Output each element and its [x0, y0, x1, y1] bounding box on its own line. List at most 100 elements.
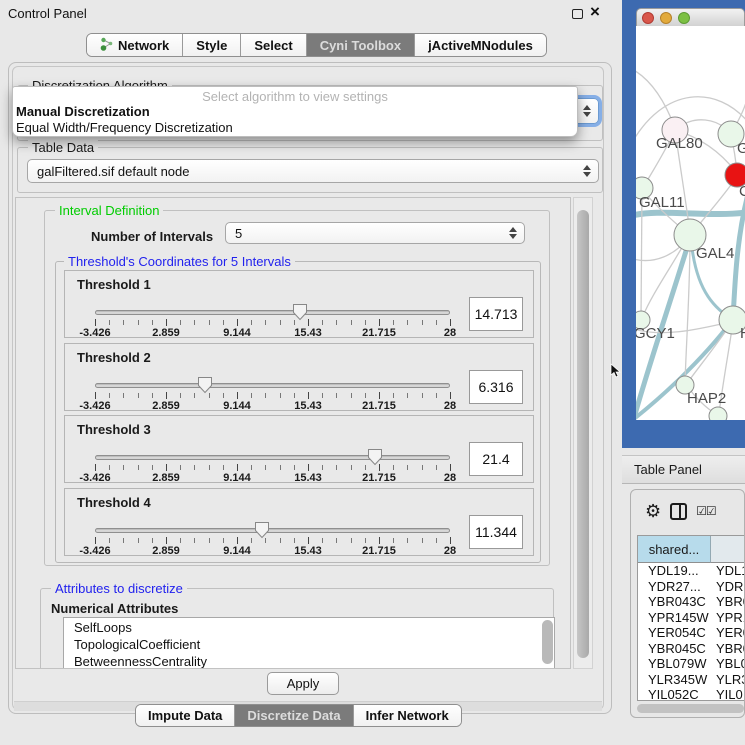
threshold-label: Threshold 4: [77, 495, 151, 510]
tab-discretize-data[interactable]: Discretize Data: [234, 705, 352, 726]
threshold-value-field[interactable]: 11.344: [469, 515, 523, 549]
threshold-value-field[interactable]: 14.713: [469, 297, 523, 331]
tick-mark: [95, 537, 96, 544]
table-cell: YBR0: [712, 641, 745, 657]
table-data-combobox[interactable]: galFiltered.sif default node: [27, 159, 599, 183]
tick-mark: [223, 538, 224, 543]
table-row[interactable]: YBL079WYBL0: [638, 656, 745, 672]
threshold-slider[interactable]: -3.4262.8599.14415.4321.71528: [95, 307, 450, 339]
tick-mark: [152, 320, 153, 325]
minimize-light[interactable]: [660, 12, 672, 24]
attribute-item-betweennesscentrality[interactable]: BetweennessCentrality: [64, 653, 554, 669]
list-scrollbar[interactable]: [542, 620, 553, 664]
tab-cyni-toolbox[interactable]: Cyni Toolbox: [306, 34, 414, 56]
tick-mark: [95, 392, 96, 399]
threshold-label: Threshold 2: [77, 350, 151, 365]
tick-mark: [365, 465, 366, 470]
tick-mark: [166, 537, 167, 544]
threshold-slider[interactable]: -3.4262.8599.14415.4321.71528: [95, 525, 450, 557]
number-of-intervals-combobox[interactable]: 5: [225, 222, 525, 244]
numerical-attributes-list[interactable]: SelfLoopsTopologicalCoefficientBetweenne…: [63, 617, 555, 669]
node-label: GA: [737, 140, 745, 157]
threshold-slider[interactable]: -3.4262.8599.14415.4321.71528: [95, 380, 450, 412]
table-row[interactable]: YDL19...YDL1: [638, 563, 745, 579]
threshold-value-field[interactable]: 21.4: [469, 442, 523, 476]
tab-select[interactable]: Select: [240, 34, 305, 56]
tab-infer-network[interactable]: Infer Network: [353, 705, 461, 726]
table-cell: YER0: [712, 625, 745, 641]
network-edge-highlighted[interactable]: [636, 212, 745, 216]
slider-thumb[interactable]: [292, 303, 308, 321]
network-node[interactable]: [709, 407, 727, 420]
tick-label: -3.426: [79, 400, 110, 412]
tick-mark: [194, 393, 195, 398]
slider-thumb[interactable]: [254, 521, 270, 539]
popup-option-manual-discretization[interactable]: Manual Discretization: [13, 104, 577, 120]
tab-impute-data[interactable]: Impute Data: [136, 705, 234, 726]
float-window-icon[interactable]: [572, 9, 583, 19]
number-of-intervals-label: Number of Intervals: [91, 229, 213, 244]
apply-button[interactable]: Apply: [267, 672, 339, 695]
tick-mark: [180, 465, 181, 470]
group-title: Interval Definition: [55, 203, 163, 218]
settings-scrollbar[interactable]: [573, 197, 593, 669]
table-cell: YPR1: [712, 610, 745, 626]
interval-definition-group: Interval Definition Number of Intervals …: [44, 210, 550, 566]
select-columns-icon[interactable]: ☑☑: [696, 504, 716, 518]
table-row[interactable]: YIL052CYIL0: [638, 687, 745, 701]
tick-mark: [251, 393, 252, 398]
tick-mark: [351, 465, 352, 470]
popup-option-equal-width-frequency-discretization[interactable]: Equal Width/Frequency Discretization: [13, 120, 577, 136]
tick-mark: [251, 538, 252, 543]
network-window-titlebar[interactable]: [636, 8, 745, 26]
scrollbar-thumb[interactable]: [577, 210, 589, 658]
close-icon[interactable]: ×: [590, 2, 600, 22]
settings-viewport[interactable]: Interval Definition Number of Intervals …: [15, 197, 571, 669]
table-cell: YDL1: [712, 563, 745, 579]
cyni-mode-tabs: Impute DataDiscretize DataInfer Network: [135, 704, 462, 727]
tick-label: 15.43: [294, 545, 322, 557]
tick-mark: [336, 538, 337, 543]
table-row[interactable]: YPR145WYPR1: [638, 610, 745, 626]
tick-mark: [123, 320, 124, 325]
threshold-value-field[interactable]: 6.316: [469, 370, 523, 404]
table-row[interactable]: YBR045CYBR0: [638, 641, 745, 657]
toolbox-tabs: NetworkStyleSelectCyni ToolboxjActiveMNo…: [86, 33, 547, 57]
table-row[interactable]: YER054CYER0: [638, 625, 745, 641]
tab-jactivemnodules[interactable]: jActiveMNodules: [414, 34, 546, 56]
node-table[interactable]: shared...na YDL19...YDL1YDR27...YDR2YBR0…: [637, 535, 745, 701]
slider-thumb[interactable]: [367, 448, 383, 466]
column-header-na[interactable]: na: [711, 536, 745, 563]
slider-track[interactable]: [95, 383, 450, 388]
table-row[interactable]: YDR27...YDR2: [638, 579, 745, 595]
threshold-slider[interactable]: -3.4262.8599.14415.4321.71528: [95, 452, 450, 484]
tab-style[interactable]: Style: [182, 34, 240, 56]
columns-icon[interactable]: [670, 503, 687, 520]
tab-network[interactable]: Network: [87, 34, 182, 56]
tick-mark: [280, 465, 281, 470]
attribute-item-topologicalcoefficient[interactable]: TopologicalCoefficient: [64, 636, 554, 653]
table-row[interactable]: YBR043CYBR0: [638, 594, 745, 610]
table-cell: YDR27...: [638, 579, 712, 595]
table-row[interactable]: YLR345WYLR3: [638, 672, 745, 688]
slider-track[interactable]: [95, 310, 450, 315]
gear-icon[interactable]: ⚙: [645, 502, 661, 520]
slider-track[interactable]: [95, 528, 450, 533]
tick-mark: [265, 465, 266, 470]
table-panel: ⚙ ☑☑ shared...na YDL19...YDL1YDR27...YDR…: [630, 489, 745, 718]
slider-thumb[interactable]: [197, 376, 213, 394]
tick-mark: [450, 537, 451, 544]
group-title: Table Data: [28, 140, 98, 155]
network-canvas[interactable]: GAL80GACGAL11GAL4GCY1HHAP2: [636, 26, 745, 420]
tick-label: 15.43: [294, 327, 322, 339]
table-hscrollbar[interactable]: [637, 704, 745, 713]
tick-mark: [365, 320, 366, 325]
column-header-shared[interactable]: shared...: [638, 536, 711, 563]
threshold-panel-1: Threshold 1-3.4262.8599.14415.4321.71528…: [64, 270, 534, 338]
zoom-light[interactable]: [678, 12, 690, 24]
close-light[interactable]: [642, 12, 654, 24]
tick-mark: [294, 393, 295, 398]
slider-track[interactable]: [95, 455, 450, 460]
attribute-item-selfloops[interactable]: SelfLoops: [64, 619, 554, 636]
scrollbar-thumb[interactable]: [637, 704, 744, 713]
